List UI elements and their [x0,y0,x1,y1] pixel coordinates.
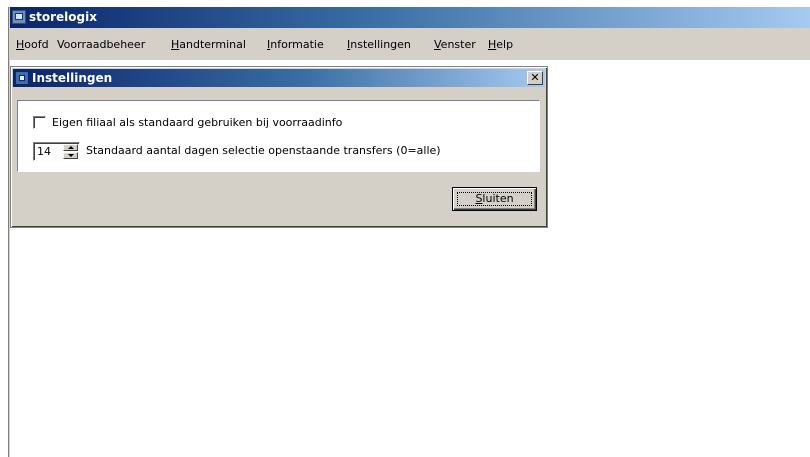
menu-informatie[interactable]: Informatie [267,38,324,51]
menu-help[interactable]: Help [488,38,513,51]
transfer-days-label: Standaard aantal dagen selectie openstaa… [86,144,441,157]
dialog-titlebar[interactable]: Instellingen ✕ [13,69,545,87]
menubar: Hoofd Voorraadbeheer Handterminal Inform… [10,28,810,60]
default-branch-label[interactable]: Eigen filiaal als standaard gebruiken bi… [52,116,342,129]
default-branch-checkbox[interactable] [33,116,46,129]
sluiten-button[interactable]: Sluiten [452,187,537,211]
arrow-down-icon [68,154,74,157]
transfer-days-value[interactable]: 14 [37,145,51,158]
settings-panel: Eigen filiaal als standaard gebruiken bi… [17,100,540,172]
dialog-title: Instellingen [32,71,113,85]
close-icon[interactable]: ✕ [527,71,543,85]
menu-instellingen[interactable]: Instellingen [347,38,411,51]
spin-up-button[interactable] [63,144,78,151]
menu-voorraadbeheer[interactable]: Voorraadbeheer [57,38,145,51]
settings-window-icon[interactable] [15,71,29,85]
transfer-days-spinner[interactable]: 14 [33,142,80,161]
menu-handterminal[interactable]: Handterminal [171,38,246,51]
spinner-buttons [63,144,78,159]
app-window-icon[interactable] [12,10,26,24]
settings-dialog: Instellingen ✕ Eigen filiaal als standaa… [10,66,548,228]
app-title: storelogix [29,10,97,24]
arrow-up-icon [68,146,74,149]
spin-down-button[interactable] [63,152,78,159]
app-titlebar[interactable]: storelogix [10,7,810,28]
menu-venster[interactable]: Venster [434,38,476,51]
menu-hoofd[interactable]: Hoofd [16,38,49,51]
sluiten-button-label: Sluiten [475,192,514,205]
